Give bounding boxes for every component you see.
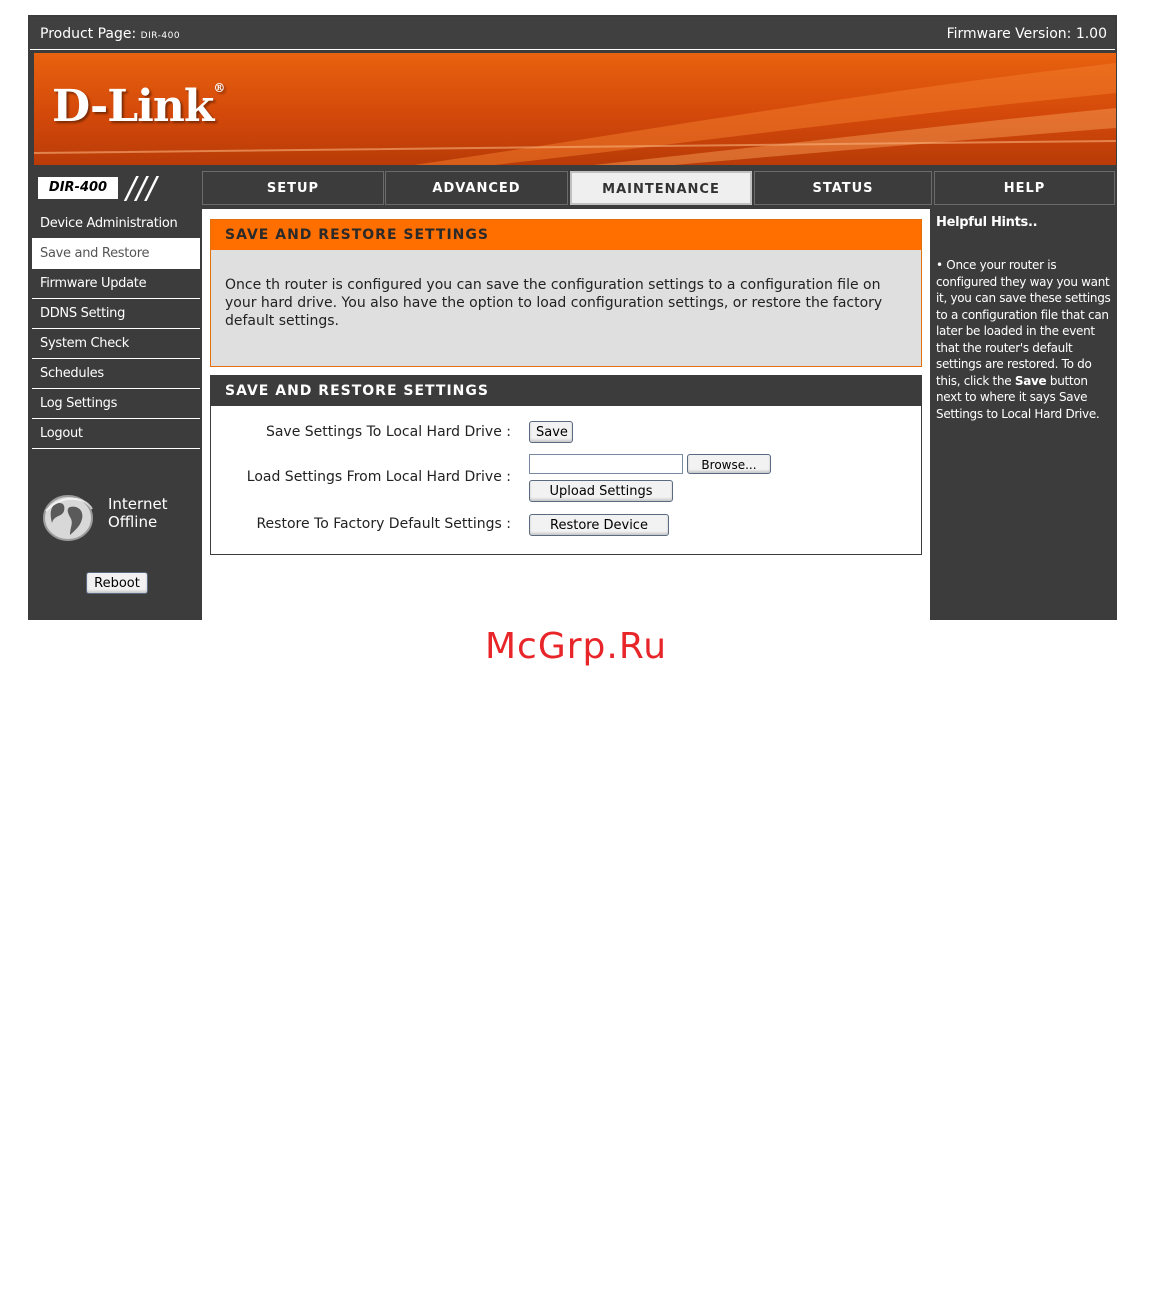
dlink-logo: D-Link®	[52, 81, 225, 132]
help-text-part: • Once your router is configured they wa…	[936, 258, 1111, 388]
router-admin-window: Product Page: DIR-400 Firmware Version: …	[28, 15, 1117, 620]
watermark: McGrp.Ru	[484, 626, 668, 667]
product-page-info: Product Page: DIR-400	[40, 26, 180, 42]
save-settings-label: Save Settings To Local Hard Drive :	[265, 424, 511, 440]
slash-decoration: ///	[126, 171, 157, 206]
main-content: SAVE AND RESTORE SETTINGS Once th router…	[202, 209, 930, 620]
sidebar-menu: Device Administration Save and Restore F…	[32, 209, 200, 449]
firmware-version: Firmware Version: 1.00	[946, 26, 1107, 42]
tab-setup[interactable]: SETUP	[202, 171, 384, 205]
model-badge: DIR-400	[38, 177, 118, 199]
reboot-button[interactable]: Reboot	[86, 572, 148, 594]
save-button[interactable]: Save	[529, 421, 573, 443]
model-badge-area: DIR-400 ///	[34, 171, 199, 206]
help-text: • Once your router is configured they wa…	[936, 257, 1112, 422]
tab-status[interactable]: STATUS	[754, 171, 932, 205]
product-model: DIR-400	[140, 31, 181, 41]
sidebar-item-firmware-update[interactable]: Firmware Update	[32, 269, 200, 299]
logo-text: D-Link	[52, 81, 214, 132]
sidebar-item-save-and-restore[interactable]: Save and Restore	[32, 239, 200, 269]
sidebar-item-logout[interactable]: Logout	[32, 419, 200, 449]
product-page-label: Product Page:	[40, 26, 141, 42]
status-line-internet: Internet	[108, 495, 168, 513]
tab-maintenance[interactable]: MAINTENANCE	[570, 171, 752, 205]
help-text-bold: Save	[1014, 373, 1047, 388]
settings-title: SAVE AND RESTORE SETTINGS	[211, 376, 921, 406]
globe-icon	[43, 495, 93, 541]
help-title: Helpful Hints..	[936, 215, 1038, 230]
sidebar-item-schedules[interactable]: Schedules	[32, 359, 200, 389]
restore-factory-label: Restore To Factory Default Settings :	[256, 516, 511, 532]
browse-button[interactable]: Browse...	[687, 454, 771, 474]
upload-settings-button[interactable]: Upload Settings	[529, 480, 673, 502]
intro-text: Once th router is configured you can sav…	[225, 277, 883, 329]
main-navigation: DIR-400 /// SETUP ADVANCED MAINTENANCE S…	[32, 169, 1115, 207]
status-line-offline: Offline	[108, 513, 158, 531]
sidebar-item-device-administration[interactable]: Device Administration	[32, 209, 200, 239]
top-bar: Product Page: DIR-400 Firmware Version: …	[30, 17, 1115, 50]
load-settings-label: Load Settings From Local Hard Drive :	[246, 469, 511, 485]
internet-status: Internet Offline	[40, 489, 190, 549]
sidebar-item-log-settings[interactable]: Log Settings	[32, 389, 200, 419]
tab-help[interactable]: HELP	[934, 171, 1115, 205]
help-panel: Helpful Hints.. • Once your router is co…	[932, 209, 1115, 618]
brand-banner: D-Link®	[34, 53, 1116, 165]
internet-status-text: Internet Offline	[108, 495, 168, 531]
settings-panel: SAVE AND RESTORE SETTINGS Save Settings …	[210, 375, 922, 555]
intro-title: SAVE AND RESTORE SETTINGS	[211, 220, 921, 250]
sidebar-item-ddns-setting[interactable]: DDNS Setting	[32, 299, 200, 329]
sidebar-item-system-check[interactable]: System Check	[32, 329, 200, 359]
intro-panel: SAVE AND RESTORE SETTINGS Once th router…	[210, 219, 922, 367]
tab-advanced[interactable]: ADVANCED	[385, 171, 568, 205]
file-path-input[interactable]	[529, 454, 683, 474]
restore-device-button[interactable]: Restore Device	[529, 514, 669, 536]
